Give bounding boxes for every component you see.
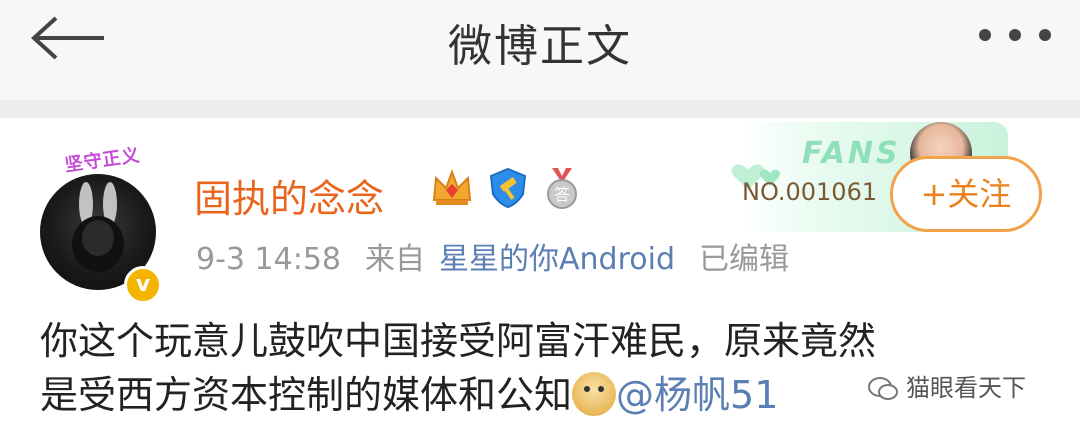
more-icon[interactable] [978,28,1052,42]
wechat-icon [868,377,898,400]
post-time: 9-3 14:58 [196,242,341,277]
mention-link[interactable]: @杨帆51 [616,373,778,417]
silver-badge-char: 答 [554,185,570,204]
doge-emoji-icon [572,372,617,416]
crown-icon[interactable] [430,166,474,210]
shield-hammer-icon[interactable] [486,166,530,210]
source-prefix: 来自 [365,242,425,277]
edited-label[interactable]: 已编辑 [699,242,789,277]
silver-medal-icon[interactable]: 答 [540,166,584,210]
post-meta: 9-3 14:58 来自 星星的你Android 已编辑 [196,234,789,278]
page-title: 微博正文 [448,21,632,72]
verified-badge: v [124,266,162,304]
follow-button[interactable]: +关注 [890,156,1042,232]
weibo-post: 坚守正义 v 固执的念念 答 9-3 14:58 来自 星星的你Android 已编辑 [0,118,1080,435]
watermark-text: 猫眼看天下 [906,374,1026,402]
username[interactable]: 固执的念念 [194,168,384,223]
avatar-container[interactable]: 坚守正义 v [38,145,168,304]
source-link[interactable]: 星星的你Android [439,242,675,277]
section-divider [0,100,1080,118]
content-text: 是受西方资本控制的媒体和公知 [40,373,573,417]
top-bar: 微博正文 [0,0,1080,100]
fans-number: NO.001061 [742,178,878,206]
content-line: 你这个玩意儿鼓吹中国接受阿富汗难民，原来竟然 [40,319,877,363]
fans-label: FANS [802,136,901,171]
watermark: 猫眼看天下 [868,368,1026,403]
